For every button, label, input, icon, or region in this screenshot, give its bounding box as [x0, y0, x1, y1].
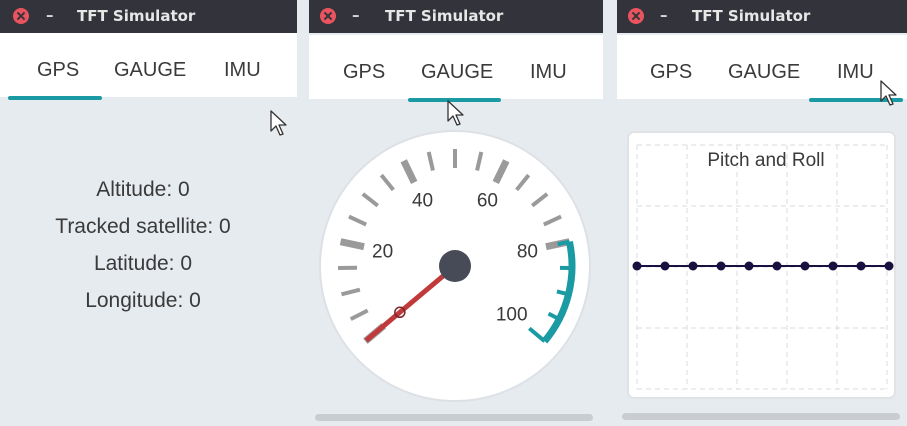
data-point: [660, 261, 670, 271]
gauge-major-tick: [339, 238, 365, 251]
gauge-label: 60: [477, 190, 498, 211]
gauge-label: 80: [517, 242, 538, 263]
tab-bar: GPS GAUGE IMU: [617, 35, 907, 102]
window-title: TFT Simulator: [77, 7, 196, 25]
horizontal-scrollbar[interactable]: [622, 413, 900, 420]
data-point: [632, 261, 642, 271]
chart-title: Pitch and Roll: [707, 150, 824, 171]
mouse-cursor-icon: [270, 110, 287, 136]
title-bar[interactable]: – TFT Simulator: [617, 0, 907, 33]
gauge-hub: [439, 250, 471, 282]
tab-gps[interactable]: GPS: [37, 59, 79, 82]
tracked-satellite-label: Tracked satellite: 0: [55, 215, 231, 238]
gauge-label: 20: [372, 242, 393, 263]
tab-gps[interactable]: GPS: [650, 61, 692, 84]
latitude-label: Latitude: 0: [93, 252, 193, 275]
data-point: [828, 261, 838, 271]
gauge-label: 40: [412, 190, 433, 211]
longitude-label: Longitude: 0: [85, 289, 201, 312]
pitch-roll-chart: Pitch and Roll: [627, 131, 896, 399]
gauge-label: 100: [496, 305, 528, 326]
data-point: [744, 261, 754, 271]
chart-plot-area: Pitch and Roll: [632, 144, 894, 390]
tab-gauge[interactable]: GAUGE: [114, 59, 186, 82]
gauge-meter: 20 40 60 80 100: [319, 130, 591, 402]
minimize-button[interactable]: –: [660, 6, 668, 24]
data-point: [688, 261, 698, 271]
window-title: TFT Simulator: [692, 7, 811, 25]
data-point: [800, 261, 810, 271]
mouse-cursor-icon: [447, 100, 464, 126]
close-icon[interactable]: [628, 8, 644, 24]
tab-imu[interactable]: IMU: [837, 61, 874, 84]
title-bar[interactable]: – TFT Simulator: [0, 0, 297, 33]
data-point: [772, 261, 782, 271]
tab-gauge[interactable]: GAUGE: [728, 61, 800, 84]
mouse-cursor-icon: [880, 80, 897, 106]
close-icon[interactable]: [13, 8, 29, 24]
window-gps: – TFT Simulator GPS GAUGE IMU Altitude: …: [0, 0, 297, 426]
data-point: [884, 261, 894, 271]
active-tab-indicator: [8, 96, 102, 100]
horizontal-scrollbar[interactable]: [315, 414, 593, 421]
window-gauge: – TFT Simulator GPS GAUGE IMU 20 40 60 80 10…: [309, 0, 603, 426]
tab-bar: GPS GAUGE IMU: [0, 33, 297, 100]
tab-imu[interactable]: IMU: [224, 59, 261, 82]
altitude-label: Altitude: 0: [96, 178, 190, 201]
data-point: [716, 261, 726, 271]
data-point: [856, 261, 866, 271]
minimize-button[interactable]: –: [46, 6, 54, 24]
